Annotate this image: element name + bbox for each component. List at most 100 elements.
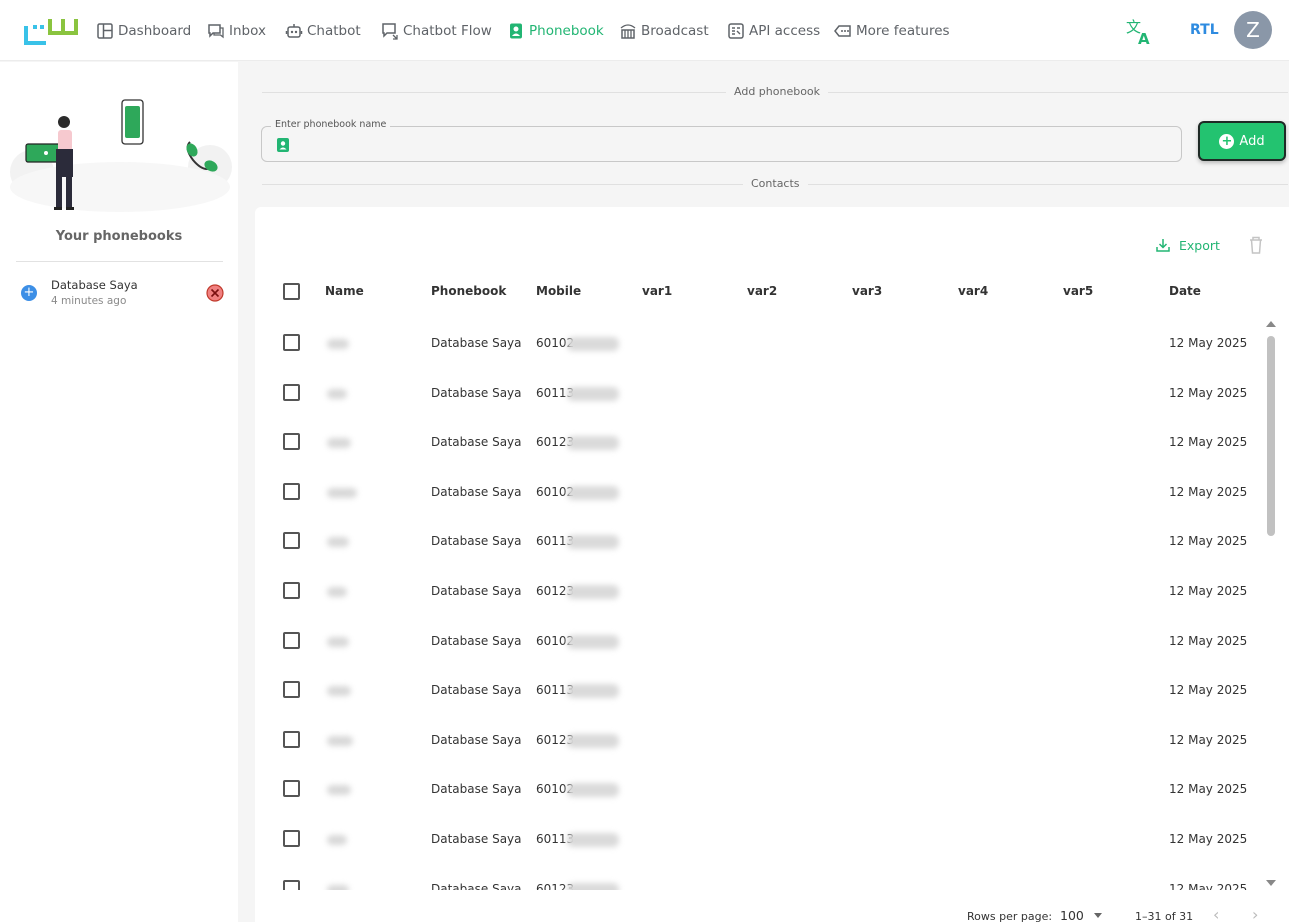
row-checkbox[interactable] <box>283 433 300 451</box>
column-header-var3[interactable]: var3 <box>852 284 882 298</box>
date-cell: 12 May 2025 <box>1169 732 1248 747</box>
contact-name-redacted <box>327 785 351 796</box>
divider <box>16 261 223 262</box>
rtl-toggle[interactable]: RTL <box>1190 22 1219 38</box>
chatbot-flow-icon <box>382 23 398 40</box>
phonebook-item[interactable]: + Database Saya 4 minutes ago <box>16 275 226 315</box>
phonebook-cell: Database Saya <box>431 732 522 747</box>
table-row[interactable]: Database Saya 60123 12 May 2025 <box>255 730 1265 783</box>
phonebook-cell: Database Saya <box>431 484 522 499</box>
nav-item-label: Dashboard <box>118 23 192 39</box>
nav-item-label: Phonebook <box>529 23 604 39</box>
table-row[interactable]: Database Saya 60102 12 May 2025 <box>255 334 1265 386</box>
contact-name-redacted <box>327 537 349 548</box>
phonebook-cell: Database Saya <box>431 633 522 648</box>
row-checkbox[interactable] <box>283 780 300 798</box>
mobile-redacted <box>567 634 619 649</box>
row-checkbox[interactable] <box>283 631 300 649</box>
nav-item-label: Chatbot <box>307 23 361 39</box>
api-icon <box>728 23 744 39</box>
svg-text:A: A <box>1138 30 1150 46</box>
column-header-var5[interactable]: var5 <box>1063 284 1093 298</box>
chatbot-icon <box>285 24 303 38</box>
nav-item-inbox[interactable]: Inbox <box>207 20 266 42</box>
nav-item-phonebook[interactable]: Phonebook <box>507 20 604 42</box>
date-cell: 12 May 2025 <box>1169 534 1248 549</box>
contact-book-icon <box>277 138 289 152</box>
row-checkbox[interactable] <box>283 334 300 351</box>
delete-circle-icon[interactable] <box>206 284 224 302</box>
add-phonebook-heading: Add phonebook <box>726 85 829 98</box>
phonebook-cell: Database Saya <box>431 683 522 698</box>
nav-item-dashboard[interactable]: Dashboard <box>96 20 191 42</box>
select-all-checkbox[interactable] <box>283 283 300 300</box>
scroll-up-arrow[interactable] <box>1266 321 1276 327</box>
translate-icon[interactable]: 文 A <box>1124 16 1154 46</box>
column-header-var2[interactable]: var2 <box>747 284 777 298</box>
prev-page-icon[interactable]: ‹ <box>1213 905 1219 922</box>
mobile-redacted <box>567 882 619 890</box>
rows-per-page-select[interactable]: 100 <box>1060 908 1102 922</box>
scrollbar-thumb[interactable] <box>1267 336 1275 536</box>
row-checkbox[interactable] <box>283 482 300 500</box>
row-checkbox[interactable] <box>283 532 300 550</box>
column-header-mobile[interactable]: Mobile <box>536 284 581 298</box>
sidebar: Your phonebooks + Database Saya 4 minute… <box>0 62 238 922</box>
phonebook-name-label: Enter phonebook name <box>271 119 391 130</box>
table-row[interactable]: Database Saya 60102 12 May 2025 <box>255 631 1265 684</box>
table-row[interactable]: Database Saya 60123 12 May 2025 <box>255 433 1265 485</box>
column-header-name[interactable]: Name <box>325 284 364 298</box>
nav-item-label: Chatbot Flow <box>403 23 492 39</box>
nav-item-chatbot[interactable]: Chatbot <box>285 20 361 42</box>
phonebook-cell: Database Saya <box>431 336 522 350</box>
column-header-var4[interactable]: var4 <box>958 284 988 298</box>
nav-item-more-features[interactable]: More features <box>834 20 950 42</box>
add-phonebook-button[interactable]: + Add <box>1198 121 1286 161</box>
column-header-date[interactable]: Date <box>1169 284 1201 298</box>
row-checkbox[interactable] <box>283 730 300 748</box>
plus-circle-icon[interactable]: + <box>21 285 37 301</box>
table-row[interactable]: Database Saya 60123 12 May 2025 <box>255 582 1265 634</box>
table-row[interactable]: Database Saya 60123 12 May 2025 <box>255 879 1265 890</box>
rows-per-page-value: 100 <box>1060 908 1084 922</box>
row-checkbox[interactable] <box>283 582 300 599</box>
row-checkbox[interactable] <box>283 681 300 699</box>
table-row[interactable]: Database Saya 60113 12 May 2025 <box>255 830 1265 882</box>
row-checkbox[interactable] <box>283 383 300 401</box>
mobile-redacted <box>567 684 619 699</box>
app-logo[interactable] <box>24 16 80 46</box>
column-header-var1[interactable]: var1 <box>642 284 672 298</box>
more-icon <box>834 25 851 37</box>
contacts-heading: Contacts <box>743 177 808 190</box>
nav-item-broadcast[interactable]: Broadcast <box>619 20 709 42</box>
date-cell: 12 May 2025 <box>1169 881 1248 890</box>
row-checkbox[interactable] <box>283 879 300 890</box>
date-cell: 12 May 2025 <box>1169 683 1248 698</box>
table-row[interactable]: Database Saya 60102 12 May 2025 <box>255 482 1265 535</box>
mobile-redacted <box>567 436 619 451</box>
table-row[interactable]: Database Saya 60113 12 May 2025 <box>255 681 1265 733</box>
nav-item-api-access[interactable]: API access <box>727 20 820 42</box>
phonebook-name-input[interactable] <box>298 133 1158 155</box>
phonebook-cell: Database Saya <box>431 385 522 400</box>
contacts-table-card: Export Name Phonebook Mobile var1 var2 var3 va… <box>255 207 1289 922</box>
column-header-phonebook[interactable]: Phonebook <box>431 284 506 298</box>
next-page-icon[interactable]: › <box>1252 905 1258 922</box>
scroll-down-arrow[interactable] <box>1266 880 1276 886</box>
export-button[interactable]: Export <box>1155 237 1220 253</box>
row-checkbox[interactable] <box>283 830 300 847</box>
contact-name-redacted <box>327 884 349 890</box>
avatar[interactable]: Z <box>1234 11 1272 49</box>
date-cell: 12 May 2025 <box>1169 782 1248 797</box>
table-row[interactable]: Database Saya 60113 12 May 2025 <box>255 383 1265 436</box>
phonebook-cell: Database Saya <box>431 881 522 890</box>
add-button-label: Add <box>1239 133 1265 149</box>
trash-icon[interactable] <box>1247 235 1265 255</box>
phonebook-name-field[interactable]: Enter phonebook name <box>261 119 1182 162</box>
table-row[interactable]: Database Saya 60113 12 May 2025 <box>255 532 1265 584</box>
date-cell: 12 May 2025 <box>1169 584 1248 598</box>
contact-name-redacted <box>327 438 351 449</box>
nav-item-chatbot-flow[interactable]: Chatbot Flow <box>381 20 492 42</box>
table-row[interactable]: Database Saya 60102 12 May 2025 <box>255 780 1265 832</box>
mobile-redacted <box>567 535 619 550</box>
